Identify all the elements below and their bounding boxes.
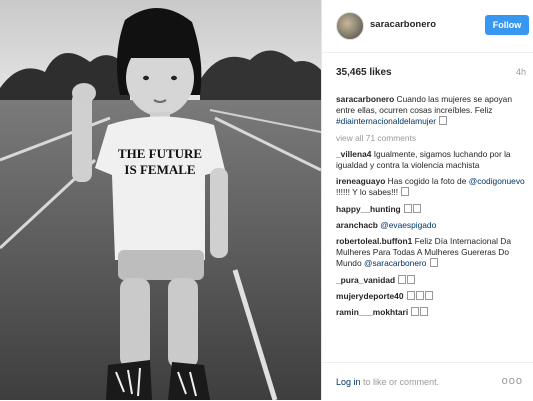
emoji-icon [415,290,424,300]
emoji-icon [406,290,415,300]
post-header: saracarbonero Follow [322,0,533,53]
login-prompt: Log in to like or comment. [336,377,439,387]
post-sidebar: saracarbonero Follow 35,465 likes 4h sar… [321,0,533,400]
comment-user[interactable]: _villena4 [336,149,371,159]
comment-mention[interactable]: @codigonuevo [469,176,525,186]
emoji-icon [424,290,433,300]
comment-item: aranchacb @evaespigado [336,220,526,231]
comment-item: mujerydeporte40 [336,290,526,302]
comment-item: ireneaguayo Has cogido la foto de @codig… [336,176,526,198]
view-all-comments-link[interactable]: view all 71 comments [336,133,526,144]
post-photo-image: THE FUTURE IS FEMALE [0,0,321,400]
likes-count[interactable]: 35,465 likes [336,67,392,78]
caption-hashtag[interactable]: #diainternacionaldelamujer [336,116,436,126]
follow-button[interactable]: Follow [485,15,529,35]
avatar[interactable] [336,12,364,40]
post-photo[interactable]: THE FUTURE IS FEMALE [0,0,321,400]
comments-list: saracarbonero Cuando las mujeres se apoy… [336,94,526,360]
comment-item: happy__hunting [336,203,526,215]
comment-user[interactable]: happy__hunting [336,204,401,214]
comment-item: _villena4 Igualmente, sigamos luchando p… [336,149,526,171]
emoji-icon [413,203,422,213]
comment-text: Has cogido la foto de [387,176,467,187]
comment-item: ramin___mokhtari [336,307,526,318]
comment-user[interactable]: ireneaguayo [336,176,385,186]
comment-user[interactable]: mujerydeporte40 [336,291,404,301]
emoji-icon [407,274,416,284]
instagram-post: THE FUTURE IS FEMALE saracarbonero Follo… [0,0,533,400]
comment-user[interactable]: _pura_vanidad [336,275,395,285]
comment-user[interactable]: ramin___mokhtari [336,307,408,317]
post-username[interactable]: saracarbonero [370,19,436,30]
more-options-icon[interactable]: ooo [502,375,523,387]
caption-user[interactable]: saracarbonero [336,94,394,104]
comment-mention[interactable]: @saracarbonero [364,258,427,268]
emoji-icon [404,203,413,213]
emoji-icon [439,116,448,126]
comment-mention[interactable]: @evaespigado [380,220,436,230]
emoji-icon [398,274,407,284]
comment-user[interactable]: robertoleal.buffon1 [336,236,412,246]
comment-item: _pura_vanidad [336,274,526,286]
emoji-icon [420,307,429,317]
shirt-text-line1: THE FUTURE [118,146,202,161]
caption: saracarbonero Cuando las mujeres se apoy… [336,94,526,128]
emoji-icon [401,187,410,197]
post-footer: Log in to like or comment. ooo [322,362,533,401]
comment-text-after: !!!!!! Y lo sabes!!! [336,187,399,198]
emoji-icon [429,258,438,268]
login-prompt-text: to like or comment. [363,377,440,387]
post-time[interactable]: 4h [516,67,526,77]
login-link[interactable]: Log in [336,377,361,387]
shirt-text-line2: IS FEMALE [124,162,195,177]
comment-user[interactable]: aranchacb [336,220,378,230]
emoji-icon [411,307,420,317]
comment-item: robertoleal.buffon1 Feliz Día Internacio… [336,236,526,270]
